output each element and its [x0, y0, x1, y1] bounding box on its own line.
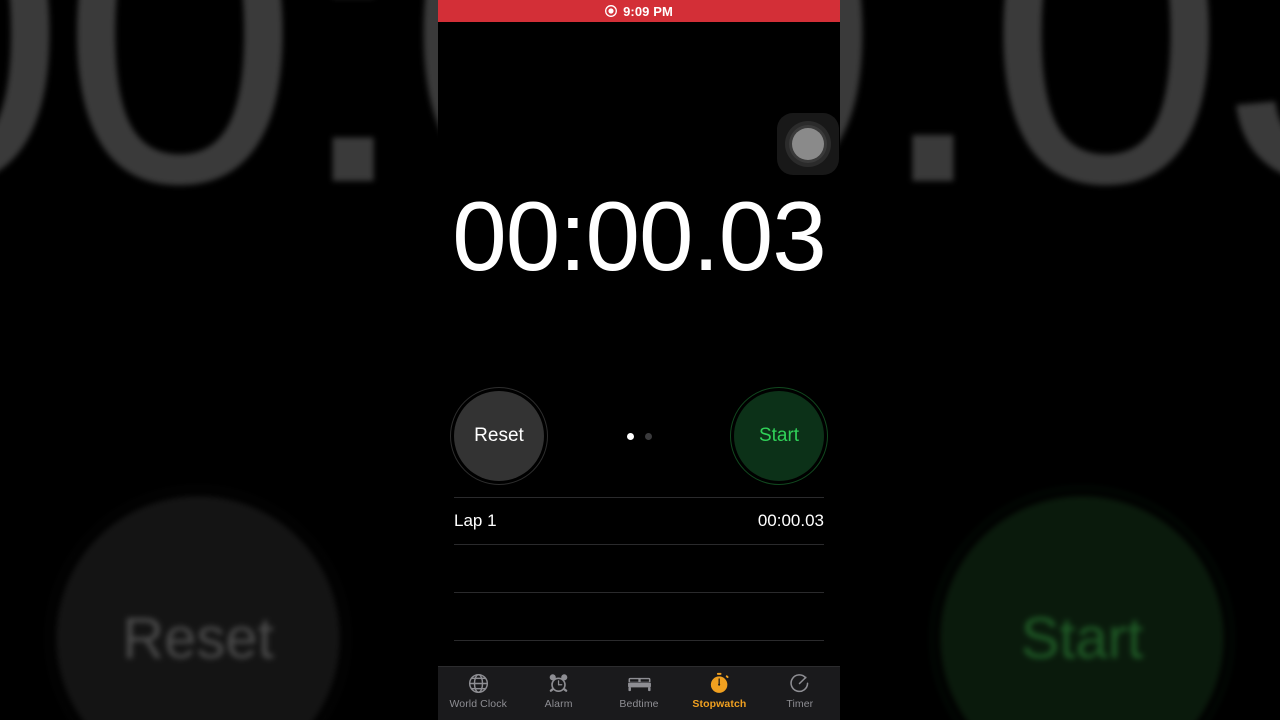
start-button-ring [730, 387, 828, 485]
tab-world-clock[interactable]: World Clock [438, 671, 518, 710]
page-indicator[interactable] [626, 432, 652, 440]
tab-label: World Clock [449, 698, 507, 710]
reset-button-ring [450, 387, 548, 485]
lap-list: Lap 1 00:00.03 [454, 497, 824, 641]
status-bar-time: 9:09 PM [623, 3, 673, 19]
lap-time: 00:00.03 [757, 511, 824, 530]
record-icon [605, 5, 618, 17]
tab-label: Alarm [544, 698, 573, 710]
lap-row [454, 545, 824, 593]
stopwatch-time: 00:00.03 [452, 181, 826, 291]
tab-stopwatch[interactable]: Stopwatch [679, 671, 759, 710]
alarm-clock-icon [547, 671, 570, 696]
tab-label: Timer [786, 698, 814, 710]
background-start-button: Start [931, 487, 1233, 720]
start-button[interactable]: Start [730, 387, 828, 485]
background-start-label: Start [1020, 605, 1144, 671]
lap-row [454, 593, 824, 641]
page-dot-2[interactable] [644, 432, 652, 440]
assistive-touch-ring-inner [789, 125, 827, 163]
timer-icon [788, 671, 811, 696]
tab-alarm[interactable]: Alarm [518, 671, 598, 710]
stopwatch-controls: Reset Start [438, 387, 840, 485]
background-reset-button: Reset [56, 496, 340, 720]
reset-button[interactable]: Reset [450, 387, 548, 485]
lap-row[interactable]: Lap 1 00:00.03 [454, 497, 824, 545]
stopwatch-display: 00:00.03 [438, 178, 840, 296]
background-start-ring [931, 487, 1233, 720]
screen-root: 00:00.03 Reset Start 9:09 PM 00:00.03 [0, 0, 1280, 720]
tab-timer[interactable]: Timer [760, 671, 840, 710]
page-dot-1[interactable] [626, 432, 634, 440]
lap-label: Lap 1 [454, 511, 497, 530]
globe-icon [467, 671, 490, 696]
assistive-touch-ring-outer [785, 121, 831, 167]
tab-label: Stopwatch [692, 698, 747, 710]
tab-label: Bedtime [619, 698, 659, 710]
status-bar: 9:09 PM [438, 0, 840, 22]
background-reset-ring [47, 487, 349, 720]
bed-icon [627, 671, 652, 696]
tab-bar: World Clock Alarm Bedtime Stopwatch Time… [438, 666, 840, 720]
background-reset-label: Reset [122, 605, 274, 671]
assistive-touch-core [792, 128, 824, 160]
tab-bedtime[interactable]: Bedtime [599, 671, 679, 710]
stopwatch-icon [708, 671, 731, 696]
phone-screen: 9:09 PM 00:00.03 Reset Start Lap 1 00:00… [438, 0, 840, 720]
assistive-touch-button[interactable] [777, 113, 839, 175]
